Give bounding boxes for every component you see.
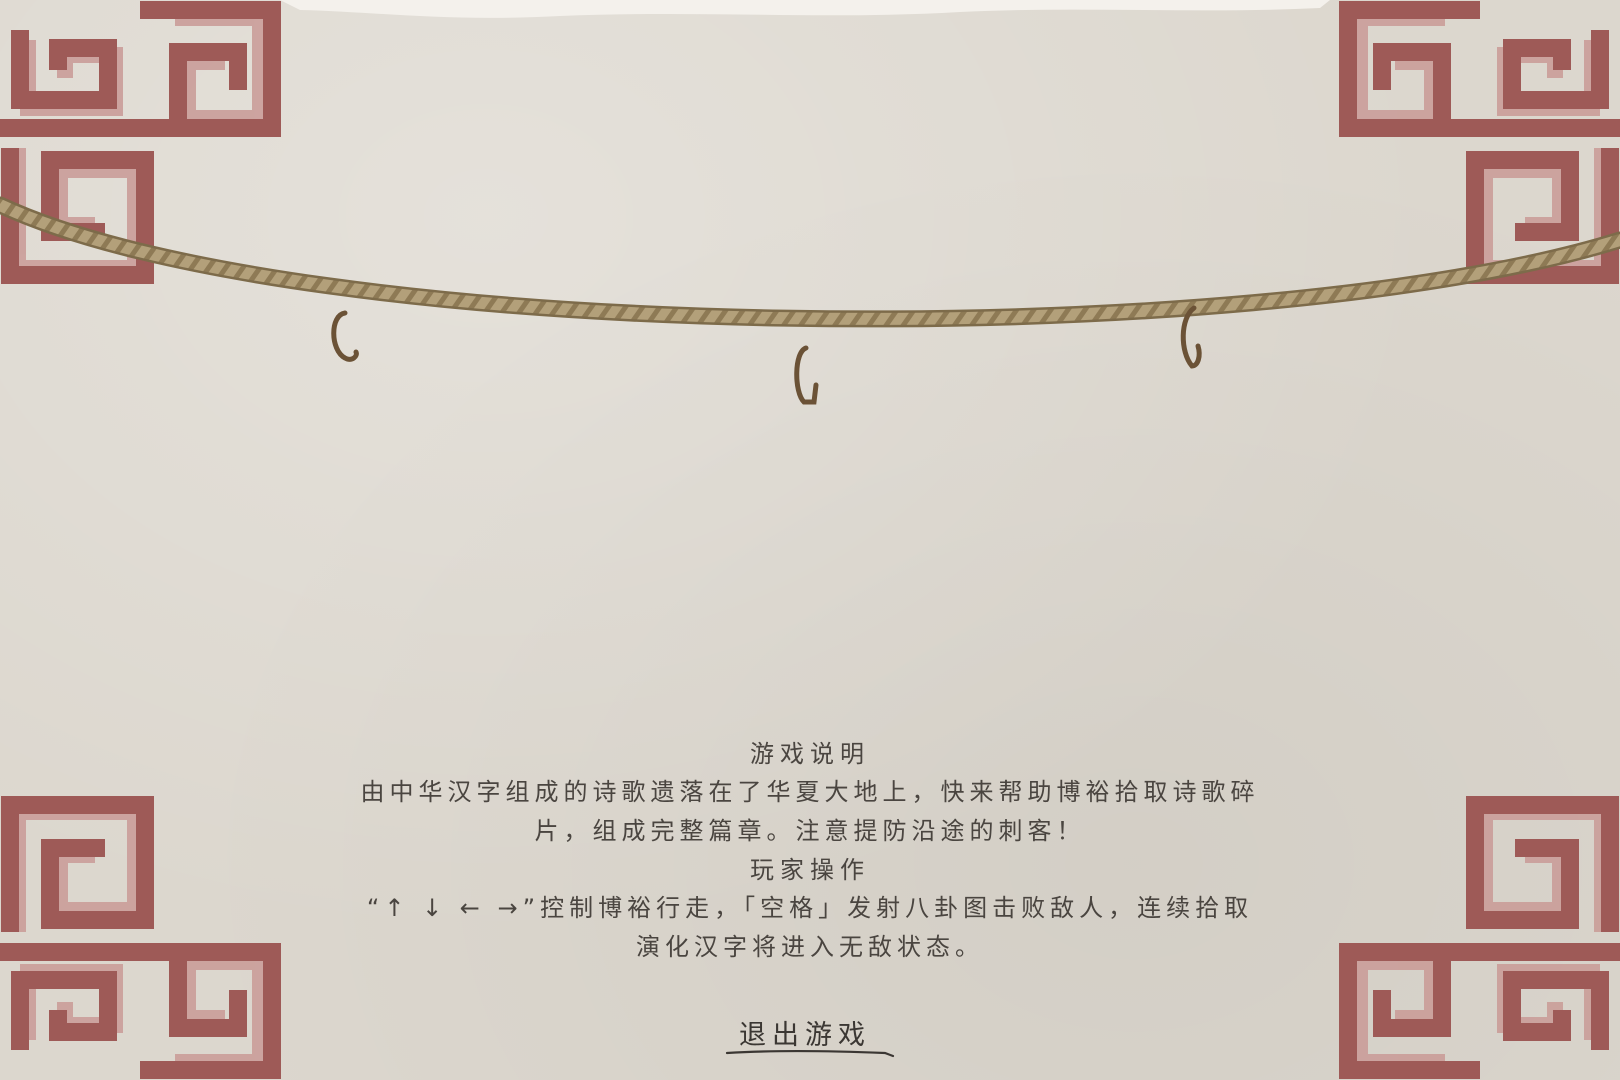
rope-banner: [0, 196, 1620, 405]
exit-button-underline: [725, 1050, 895, 1058]
game-instructions-screen: 游戏说明 由中华汉字组成的诗歌遗落在了华夏大地上，快来帮助博裕拾取诗歌碎 片，组…: [0, 0, 1620, 1080]
controls-line-1: “↑ ↓ ← →”控制博裕行走，「空格」发射八卦图击败敌人，连续拾取: [366, 894, 1254, 922]
rope-icon: [0, 196, 1620, 328]
hook-icon: [794, 345, 819, 405]
hook-icon: [331, 310, 359, 362]
instructions-panel: 游戏说明 由中华汉字组成的诗歌遗落在了华夏大地上，快来帮助博裕拾取诗歌碎 片，组…: [240, 735, 1380, 967]
controls-title: 玩家操作: [750, 856, 870, 884]
instructions-title: 游戏说明: [750, 740, 870, 768]
hook-icon: [1180, 305, 1202, 369]
description-line-2: 片，组成完整篇章。注意提防沿途的刺客！: [534, 817, 1086, 845]
controls-line-2: 演化汉字将进入无敌状态。: [636, 933, 984, 961]
description-line-1: 由中华汉字组成的诗歌遗落在了华夏大地上，快来帮助博裕拾取诗歌碎: [360, 778, 1260, 806]
